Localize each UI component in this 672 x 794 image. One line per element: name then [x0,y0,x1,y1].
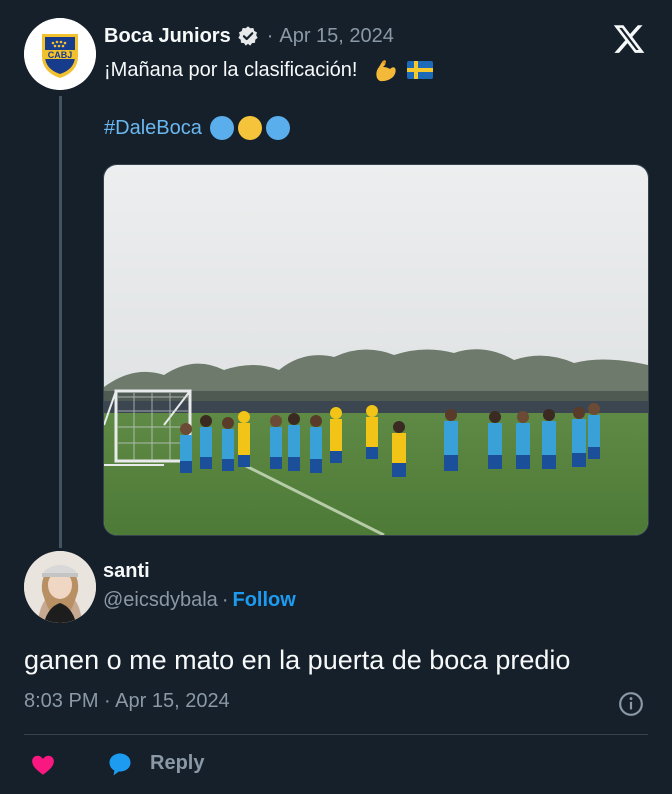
blue-circle-icon [209,116,234,140]
reply-author-name[interactable]: santi [103,560,150,583]
embedded-tweet-card: CABJ Boca Juniors · Apr 15, 2024 ¡Mañana… [0,0,672,794]
reply-button[interactable]: Reply [150,752,204,775]
thread-connector-line [59,96,62,548]
hashtag-link[interactable]: #DaleBoca [104,117,202,140]
like-heart-icon[interactable] [30,752,56,778]
sweden-flag-icon [407,61,434,79]
blue-circle-icon [265,116,290,140]
actions-divider [24,734,648,735]
parent-author-name[interactable]: Boca Juniors [104,25,231,48]
handle-separator: · [221,589,229,611]
parent-date[interactable]: Apr 15, 2024 [279,25,394,48]
parent-tweet-text: ¡Mañana por la clasificación! [104,56,434,84]
reply-handle-row: @eicsdybala · Follow [103,589,296,612]
header-separator: · [266,24,274,47]
yellow-circle-icon [237,116,262,140]
info-icon[interactable] [618,691,644,717]
heart-emoji-row [209,116,294,140]
parent-hashtag-line: #DaleBoca [104,116,294,140]
reply-timestamp[interactable]: 8:03 PM · Apr 15, 2024 [24,690,230,713]
boca-juniors-avatar[interactable]: CABJ [24,18,96,90]
flexed-biceps-icon [376,60,397,82]
follow-button[interactable]: Follow [232,589,295,611]
training-photo[interactable] [103,164,649,536]
speech-bubble-icon[interactable] [106,750,134,778]
verified-badge-icon [238,26,258,46]
parent-tweet-body: ¡Mañana por la clasificación! [104,58,358,81]
santi-avatar[interactable] [24,551,96,623]
reply-handle[interactable]: @eicsdybala [103,589,218,611]
parent-tweet-header: Boca Juniors · Apr 15, 2024 [104,22,394,50]
x-logo-icon[interactable] [612,22,646,56]
reply-tweet-text: ganen o me mato en la puerta de boca pre… [24,645,571,675]
avatar-logo-text: CABJ [48,50,73,60]
